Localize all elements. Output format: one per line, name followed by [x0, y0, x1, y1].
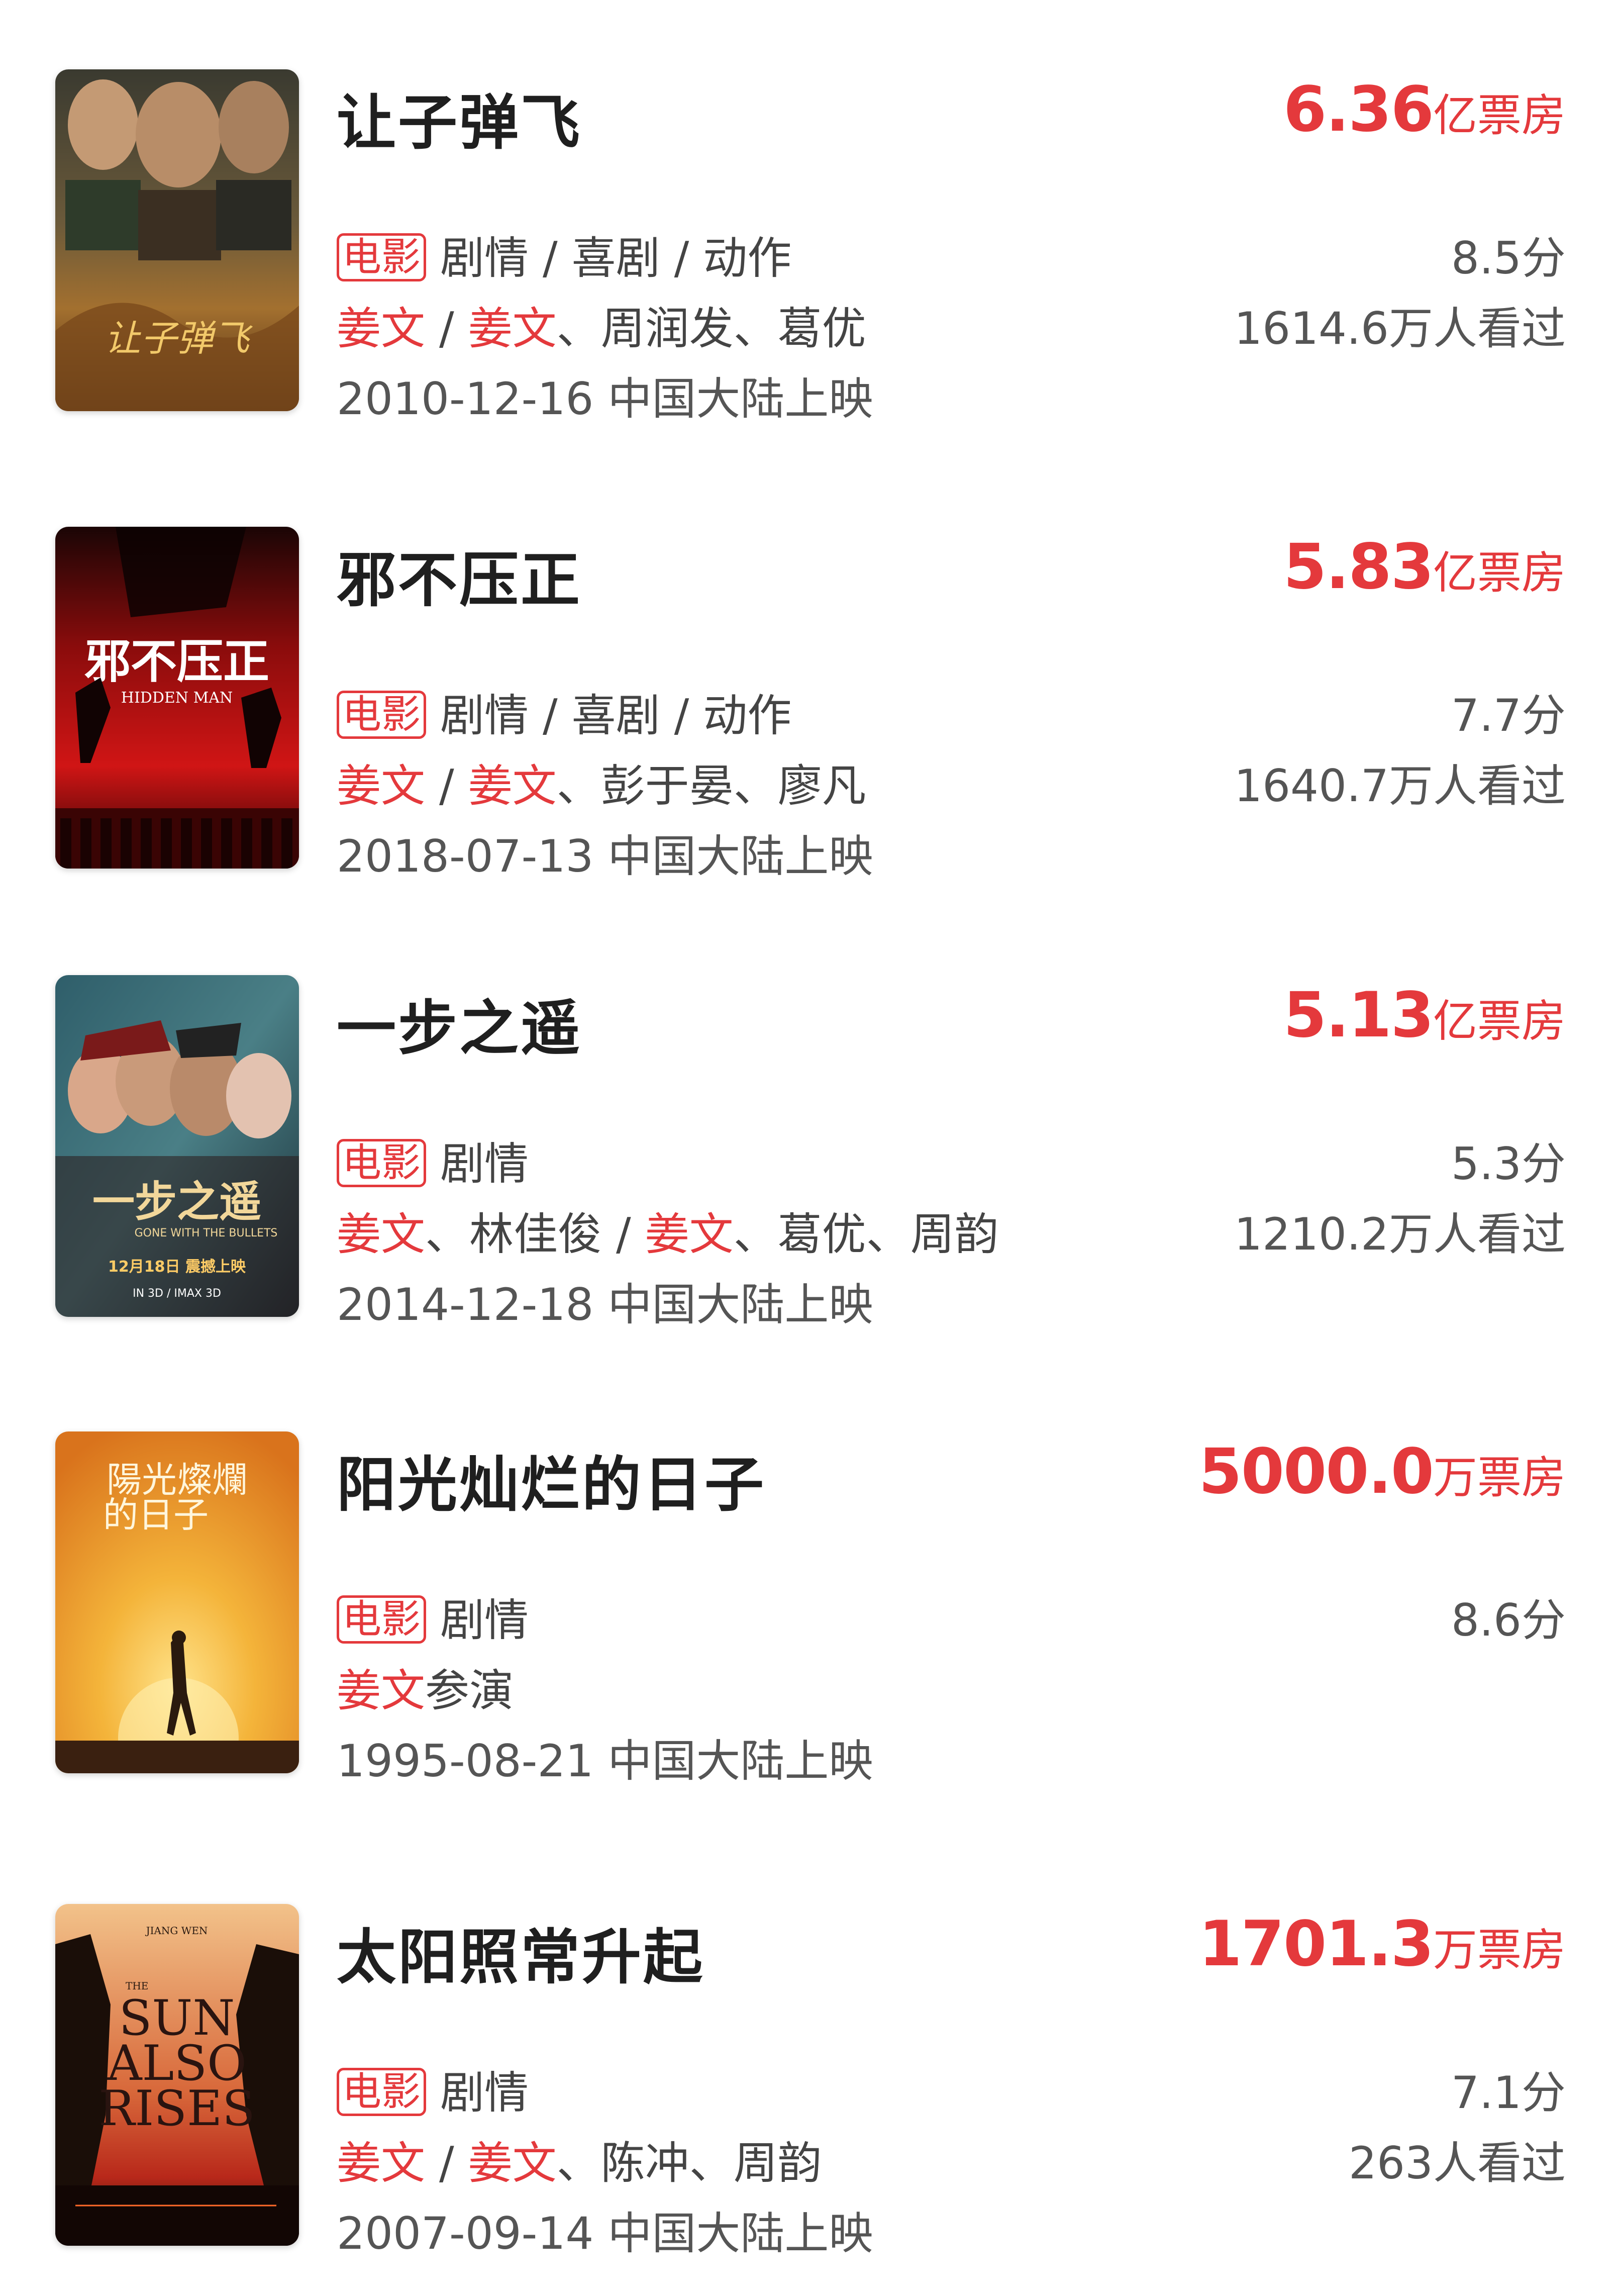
- credits: 姜文、林佳俊 / 姜文、葛优、周韵: [337, 1199, 999, 1263]
- box-office-unit: 亿票房: [1433, 995, 1566, 1047]
- movie-item[interactable]: 让子弹飞 让子弹飞 6.36亿票房 电影 剧情 / 喜剧 / 动作 姜文 / 姜文…: [0, 69, 1621, 425]
- credits: 姜文 / 姜文、彭于晏、廖凡: [337, 750, 866, 814]
- movie-item[interactable]: 陽光燦爛 的日子 阳光灿烂的日子 5000.0万票房 电影 剧情 姜文参演 199…: [0, 1431, 1621, 1787]
- box-office-value: 6.36: [1283, 73, 1434, 146]
- actor-link[interactable]: 姜文: [337, 1665, 425, 1716]
- box-office-value: 5.83: [1283, 531, 1434, 603]
- box-office: 5.83亿票房: [1283, 531, 1566, 603]
- box-office-unit: 万票房: [1433, 1924, 1566, 1976]
- credits: 姜文 / 姜文、周润发、葛优: [337, 293, 866, 357]
- genre-line: 电影 剧情 / 喜剧 / 动作: [337, 680, 791, 744]
- actor-link[interactable]: 姜文: [468, 2137, 557, 2189]
- type-tag: 电影: [337, 2068, 427, 2116]
- box-office-unit: 万票房: [1433, 1452, 1566, 1503]
- other-actors: 、葛优、周韵: [733, 1208, 999, 1260]
- release-info: 1995-08-21 中国大陆上映: [337, 1735, 873, 1787]
- director-link[interactable]: 姜文: [337, 1208, 425, 1260]
- viewer-count: 1210.2万人看过: [1234, 1208, 1566, 1260]
- movie-item[interactable]: JIANG WEN THE SUN ALSO RISES 太阳照常升起 1701…: [0, 1904, 1621, 2259]
- rating-score: 8.6分: [1451, 1594, 1566, 1646]
- box-office: 1701.3万票房: [1198, 1908, 1566, 1980]
- credits-separator: /: [602, 1208, 645, 1260]
- poster-credit-text: JIANG WEN: [145, 1925, 208, 1937]
- box-office-value: 5000.0: [1198, 1436, 1434, 1508]
- poster-title-text: 邪不压正: [84, 635, 269, 689]
- poster-format-text: IN 3D / IMAX 3D: [133, 1287, 221, 1300]
- release-info: 2014-12-18 中国大陆上映: [337, 1279, 873, 1330]
- credits: 姜文 / 姜文、陈冲、周韵: [337, 2128, 822, 2191]
- genre-line: 电影 剧情: [337, 2057, 529, 2121]
- actor-link[interactable]: 姜文: [468, 760, 557, 812]
- poster-subtitle-text: HIDDEN MAN: [121, 689, 233, 707]
- box-office-value: 5.13: [1283, 979, 1434, 1051]
- release-info: 2010-12-16 中国大陆上映: [337, 373, 873, 425]
- actor-link[interactable]: 姜文: [645, 1208, 734, 1260]
- rating-score: 5.3分: [1451, 1138, 1566, 1190]
- movie-poster[interactable]: 邪不压正 HIDDEN MAN: [55, 527, 299, 869]
- rating-score: 8.5分: [1451, 232, 1566, 284]
- box-office: 5.13亿票房: [1283, 979, 1566, 1051]
- genre-line: 电影 剧情 / 喜剧 / 动作: [337, 223, 791, 286]
- release-info: 2018-07-13 中国大陆上映: [337, 830, 873, 882]
- type-tag: 电影: [337, 233, 427, 281]
- credits-separator: /: [425, 760, 468, 812]
- box-office-unit: 亿票房: [1433, 89, 1566, 141]
- movie-title[interactable]: 阳光灿烂的日子: [337, 1437, 766, 1522]
- genres: 剧情: [440, 1594, 529, 1646]
- genres: 剧情: [440, 1138, 529, 1190]
- poster-image: 陽光燦爛 的日子: [55, 1431, 299, 1773]
- genre-line: 电影 剧情: [337, 1128, 529, 1192]
- director-link[interactable]: 姜文: [337, 2137, 425, 2189]
- poster-image: JIANG WEN THE SUN ALSO RISES: [55, 1904, 299, 2246]
- box-office-value: 1701.3: [1198, 1908, 1434, 1980]
- other-actors: 、周润发、葛优: [556, 303, 866, 354]
- type-tag: 电影: [337, 691, 427, 739]
- viewer-count: 1614.6万人看过: [1234, 303, 1566, 354]
- credits: 姜文参演: [337, 1655, 514, 1719]
- poster-date-text: 12月18日 震撼上映: [108, 1258, 246, 1276]
- credits-separator: /: [425, 2137, 468, 2189]
- genres: 剧情 / 喜剧 / 动作: [440, 232, 792, 284]
- poster-title-text: 一步之遥: [92, 1177, 261, 1226]
- other-actors: 、陈冲、周韵: [556, 2137, 822, 2189]
- viewer-count: 263人看过: [1349, 2137, 1566, 2189]
- release-info: 2007-09-14 中国大陆上映: [337, 2208, 873, 2259]
- movie-title[interactable]: 让子弹飞: [337, 74, 582, 160]
- movie-title[interactable]: 一步之遥: [337, 980, 582, 1066]
- genres: 剧情 / 喜剧 / 动作: [440, 690, 792, 741]
- movie-title[interactable]: 太阳照常升起: [337, 1909, 704, 1995]
- poster-title-text: 让子弹飞: [105, 317, 253, 359]
- director-link[interactable]: 姜文: [337, 303, 425, 354]
- movie-item[interactable]: 一步之遥 GONE WITH THE BULLETS 12月18日 震撼上映 I…: [0, 975, 1621, 1330]
- box-office: 5000.0万票房: [1198, 1436, 1566, 1508]
- movie-title[interactable]: 邪不压正: [337, 532, 582, 618]
- movie-poster[interactable]: JIANG WEN THE SUN ALSO RISES: [55, 1904, 299, 2246]
- genres: 剧情: [440, 2067, 529, 2119]
- movie-list: 让子弹飞 让子弹飞 6.36亿票房 电影 剧情 / 喜剧 / 动作 姜文 / 姜文…: [0, 0, 1621, 2296]
- role-note: 参演: [425, 1665, 514, 1716]
- movie-poster[interactable]: 陽光燦爛 的日子: [55, 1431, 299, 1773]
- co-director: 、林佳俊: [425, 1208, 602, 1260]
- movie-poster[interactable]: 一步之遥 GONE WITH THE BULLETS 12月18日 震撼上映 I…: [55, 975, 299, 1317]
- movie-poster[interactable]: 让子弹飞: [55, 69, 299, 411]
- director-link[interactable]: 姜文: [337, 760, 425, 812]
- poster-image: 一步之遥 GONE WITH THE BULLETS 12月18日 震撼上映 I…: [55, 975, 299, 1317]
- poster-image: 让子弹飞: [55, 69, 299, 411]
- poster-image: 邪不压正 HIDDEN MAN: [55, 527, 299, 869]
- movie-item[interactable]: 邪不压正 HIDDEN MAN 邪不压正 5.83亿票房 电影剧情 / 喜剧: [0, 527, 1621, 882]
- poster-line3: RISES: [98, 2080, 255, 2137]
- poster-subtitle-text: GONE WITH THE BULLETS: [135, 1227, 278, 1239]
- type-tag: 电影: [337, 1595, 427, 1644]
- credits-separator: /: [425, 303, 468, 354]
- viewer-count: 1640.7万人看过: [1234, 760, 1566, 812]
- rating-score: 7.1分: [1451, 2067, 1566, 2119]
- rating-score: 7.7分: [1451, 690, 1566, 741]
- box-office: 6.36亿票房: [1283, 73, 1566, 146]
- other-actors: 、彭于晏、廖凡: [556, 760, 866, 812]
- genre-line: 电影 剧情: [337, 1585, 529, 1649]
- poster-title-line2: 的日子: [103, 1494, 209, 1536]
- box-office-unit: 亿票房: [1433, 547, 1566, 599]
- type-tag: 电影: [337, 1139, 427, 1187]
- actor-link[interactable]: 姜文: [468, 303, 557, 354]
